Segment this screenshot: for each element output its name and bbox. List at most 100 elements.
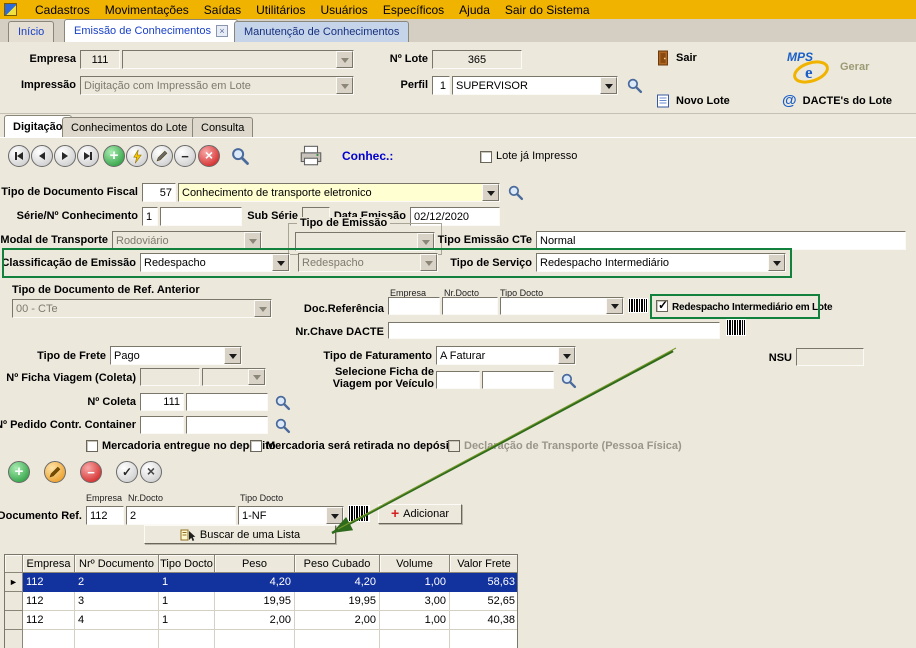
novo-lote-button[interactable]: Novo Lote xyxy=(656,94,730,108)
nr-chave-field[interactable] xyxy=(388,322,720,339)
search-icon[interactable] xyxy=(560,372,577,389)
tipo-emissao-combo xyxy=(295,232,435,251)
num-coleta-field[interactable]: 111 xyxy=(140,393,184,411)
last-record-button[interactable] xyxy=(77,145,99,167)
quick-action-button[interactable] xyxy=(126,145,148,167)
tipo-emissao-cte-label: Tipo Emissão CTe xyxy=(437,234,532,246)
tipo-frete-combo[interactable]: Pago xyxy=(110,346,242,365)
search-icon[interactable] xyxy=(507,184,524,201)
tab-inicio[interactable]: Início xyxy=(8,21,55,42)
tipo-doc-fiscal-code-field[interactable]: 57 xyxy=(142,183,176,202)
cancel-record-button[interactable] xyxy=(198,145,220,167)
conhecimento-field[interactable] xyxy=(160,207,242,226)
chevron-down-icon[interactable] xyxy=(606,298,623,314)
chevron-down-icon[interactable] xyxy=(272,254,289,271)
edit-document-button[interactable] xyxy=(44,461,66,483)
menu-cadastros[interactable]: Cadastros xyxy=(35,3,90,17)
app-window: Cadastros Movimentações Saídas Utilitári… xyxy=(0,0,916,648)
dactes-do-lote-button[interactable]: DACTE's do Lote xyxy=(782,92,892,109)
menu-especificos[interactable]: Específicos xyxy=(383,3,444,17)
search-icon[interactable] xyxy=(274,417,291,434)
prev-record-button[interactable] xyxy=(31,145,53,167)
sair-button[interactable]: Sair xyxy=(656,50,697,66)
lote-ja-impresso-checkbox[interactable] xyxy=(480,151,492,163)
barcode-icon[interactable] xyxy=(628,298,648,313)
serie-field[interactable]: 1 xyxy=(142,207,158,226)
table-row[interactable]: 112 3 1 19,95 19,95 3,00 52,65 xyxy=(5,592,517,611)
search-icon[interactable] xyxy=(230,146,250,166)
menu-ajuda[interactable]: Ajuda xyxy=(459,3,490,17)
menu-saidas[interactable]: Saídas xyxy=(204,3,241,17)
mercadoria-entregue-checkbox[interactable] xyxy=(86,440,98,452)
buscar-de-uma-lista-button[interactable]: Buscar de uma Lista xyxy=(144,525,336,544)
tab-close-icon[interactable] xyxy=(215,25,228,37)
tipo-doc-fiscal-combo[interactable]: Conhecimento de transporte eletronico xyxy=(178,183,500,202)
perfil-num-field[interactable]: 1 xyxy=(432,76,450,95)
lote-header-panel: Empresa 111 Nº Lote 365 Impressão Digita… xyxy=(0,42,916,114)
chevron-down-icon[interactable] xyxy=(600,77,617,94)
remove-record-button[interactable] xyxy=(174,145,196,167)
ref-nr-docto-field[interactable] xyxy=(442,297,498,315)
redespacho-lote-checkbox[interactable] xyxy=(656,298,668,312)
docref-nr-docto-field[interactable]: 2 xyxy=(126,506,236,525)
menu-movimentacoes[interactable]: Movimentações xyxy=(105,3,189,17)
search-icon[interactable] xyxy=(274,394,291,411)
ref-tipo-docto-combo[interactable] xyxy=(500,297,624,315)
pedido-container-field-1[interactable] xyxy=(140,416,184,434)
chevron-down-icon[interactable] xyxy=(224,347,241,364)
tab-manutencao-conhecimentos[interactable]: Manutenção de Conhecimentos xyxy=(234,21,410,42)
menu-sair-do-sistema[interactable]: Sair do Sistema xyxy=(505,3,590,17)
docref-tipo-docto-value: 1-NF xyxy=(242,509,267,522)
tipo-servico-combo[interactable]: Redespacho Intermediário xyxy=(536,253,786,272)
cancel-document-button[interactable] xyxy=(140,461,162,483)
subtab-conhecimentos-do-lote[interactable]: Conhecimentos do Lote xyxy=(62,117,197,137)
grid-header-peso[interactable]: Peso xyxy=(215,555,295,573)
chevron-down-icon[interactable] xyxy=(482,184,499,201)
grid-header-peso-cubado[interactable]: Peso Cubado xyxy=(295,555,380,573)
add-document-button[interactable] xyxy=(8,461,30,483)
mercadoria-retirada-checkbox[interactable] xyxy=(250,440,262,452)
tab-emissao-conhecimentos[interactable]: Emissão de Conhecimentos xyxy=(64,19,238,42)
barcode-icon[interactable] xyxy=(726,319,746,336)
chevron-down-icon[interactable] xyxy=(326,507,343,524)
grid-cell-empty xyxy=(215,630,295,648)
num-coleta-field-2[interactable] xyxy=(186,393,268,411)
chevron-down-icon[interactable] xyxy=(768,254,785,271)
confirm-document-button[interactable] xyxy=(116,461,138,483)
printer-icon[interactable] xyxy=(298,144,324,166)
docref-empresa-field[interactable]: 112 xyxy=(86,506,124,525)
chevron-down-icon[interactable] xyxy=(558,347,575,364)
menu-usuarios[interactable]: Usuários xyxy=(320,3,367,17)
first-record-button[interactable] xyxy=(8,145,30,167)
menu-utilitarios[interactable]: Utilitários xyxy=(256,3,305,17)
grid-cell-peso: 19,95 xyxy=(215,592,295,611)
gerar-button[interactable]: Gerar xyxy=(786,48,869,86)
grid-header-volume[interactable]: Volume xyxy=(380,555,450,573)
subtab-consulta[interactable]: Consulta xyxy=(192,117,254,137)
ficha-veiculo-field-1[interactable] xyxy=(436,371,480,389)
ficha-veiculo-field-2[interactable] xyxy=(482,371,554,389)
next-record-button[interactable] xyxy=(54,145,76,167)
classificacao-combo[interactable]: Redespacho xyxy=(140,253,290,272)
empresa-field[interactable]: 111 xyxy=(80,50,120,69)
classificacao-aux-combo: Redespacho xyxy=(298,253,438,272)
perfil-combo[interactable]: SUPERVISOR xyxy=(452,76,618,95)
grid-header-tipo-docto[interactable]: Tipo Docto xyxy=(159,555,215,573)
docref-tipo-docto-combo[interactable]: 1-NF xyxy=(238,506,344,525)
ref-empresa-field[interactable] xyxy=(388,297,440,315)
search-icon[interactable] xyxy=(626,77,643,94)
grid-header-valor-frete[interactable]: Valor Frete xyxy=(450,555,517,573)
adicionar-label: Adicionar xyxy=(403,508,450,520)
tipo-faturamento-combo[interactable]: A Faturar xyxy=(436,346,576,365)
remove-document-button[interactable] xyxy=(80,461,102,483)
grid-header-empresa[interactable]: Empresa xyxy=(23,555,75,573)
grid-header-nr-documento[interactable]: Nrº Documento xyxy=(75,555,159,573)
adicionar-button[interactable]: Adicionar xyxy=(378,504,462,524)
pedido-container-field-2[interactable] xyxy=(186,416,268,434)
table-row[interactable]: 112 4 1 2,00 2,00 1,00 40,38 xyxy=(5,611,517,630)
table-row[interactable]: 112 2 1 4,20 4,20 1,00 58,63 xyxy=(5,573,517,592)
tipo-doc-ref-anterior-label: Tipo de Documento de Ref. Anterior xyxy=(12,284,200,296)
barcode-icon[interactable] xyxy=(348,505,370,522)
edit-record-button[interactable] xyxy=(151,145,173,167)
add-record-button[interactable] xyxy=(103,145,125,167)
